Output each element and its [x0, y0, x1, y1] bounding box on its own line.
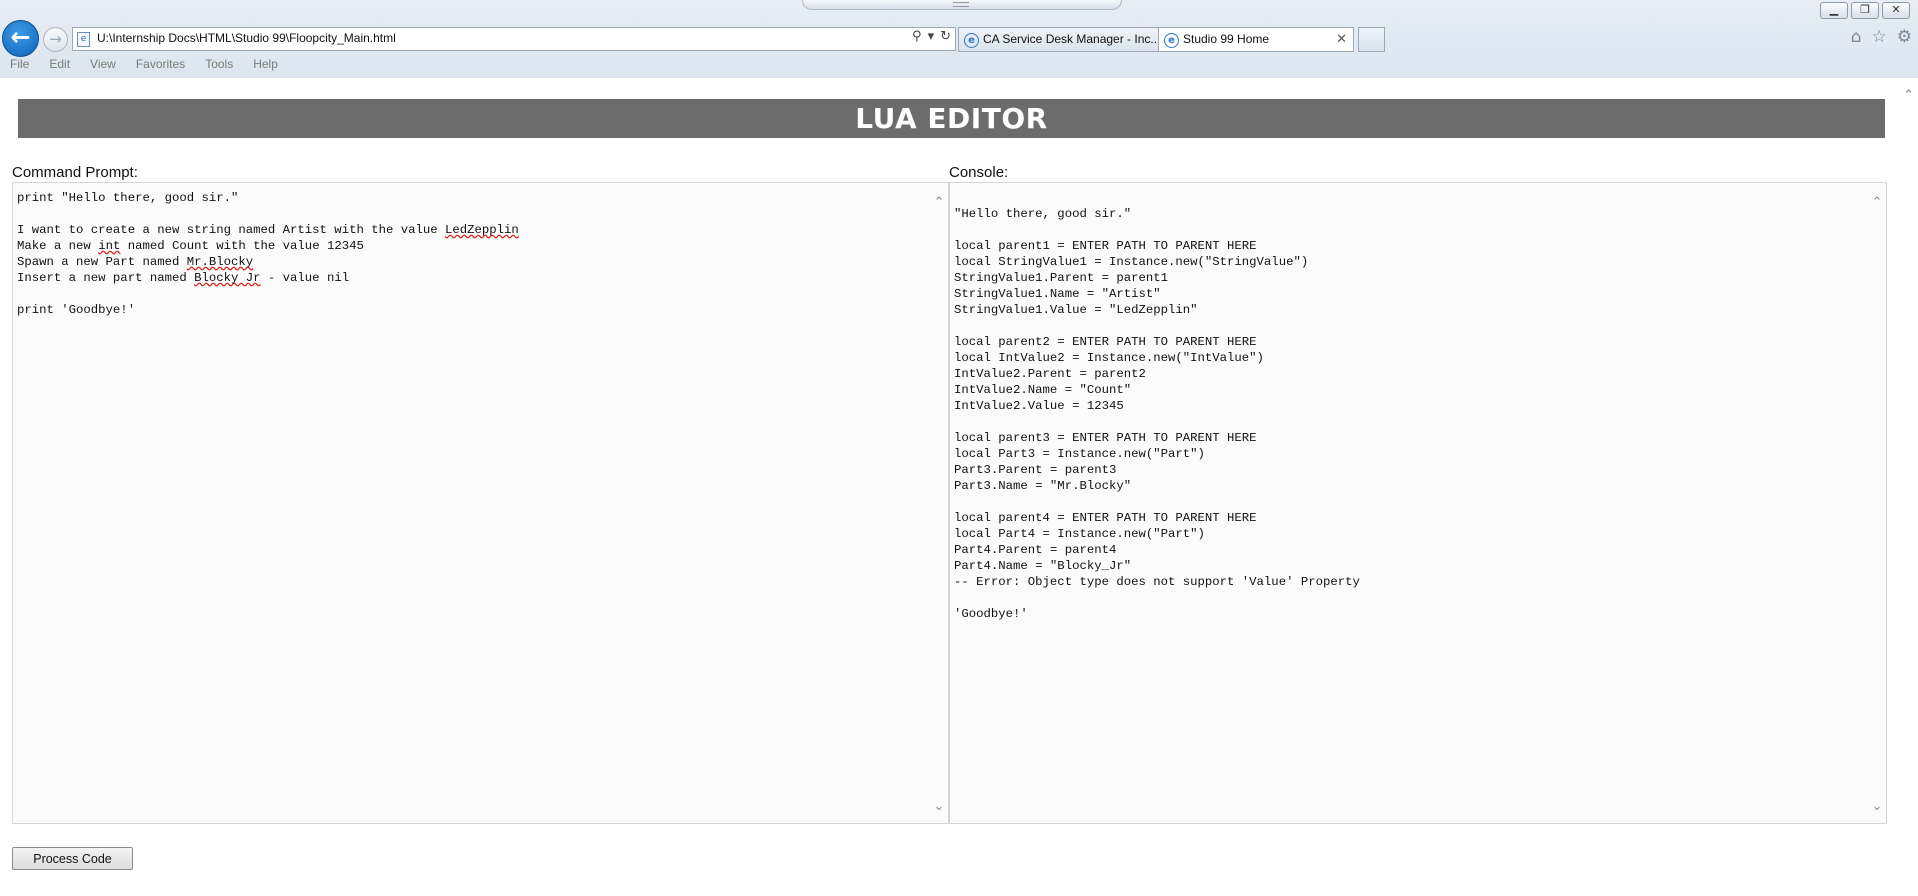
address-text[interactable]: U:\Internship Docs\HTML\Studio 99\Floopc… [97, 31, 396, 45]
address-bar[interactable]: e U:\Internship Docs\HTML\Studio 99\Floo… [72, 27, 956, 51]
console-line: 'Goodbye!' [954, 607, 1028, 621]
window-drag-handle[interactable] [802, 0, 1122, 10]
scroll-up-icon[interactable]: ⌃ [932, 195, 946, 211]
menu-favorites[interactable]: Favorites [126, 55, 195, 75]
console-content: "Hello there, good sir." local parent1 =… [950, 183, 1886, 622]
page-title: LUA EDITOR [18, 99, 1885, 138]
console-line: "Hello there, good sir." [954, 207, 1132, 221]
console-line: local parent3 = ENTER PATH TO PARENT HER… [954, 431, 1257, 445]
console-line: local parent1 = ENTER PATH TO PARENT HER… [954, 239, 1257, 253]
console-label: Console: [949, 164, 1009, 181]
console-line: local parent4 = ENTER PATH TO PARENT HER… [954, 511, 1257, 525]
console-line: StringValue1.Name = "Artist" [954, 287, 1161, 301]
page-scroll-up-icon[interactable]: ⌃ [1903, 88, 1914, 103]
console-line: Part4.Parent = parent4 [954, 543, 1117, 557]
console-line: -- Error: Object type does not support '… [954, 575, 1360, 589]
menu-edit[interactable]: Edit [39, 55, 80, 75]
console-line: local Part3 = Instance.new("Part") [954, 447, 1205, 461]
menu-help[interactable]: Help [243, 55, 288, 75]
favorites-star-icon[interactable]: ☆ [1872, 27, 1887, 47]
menu-file[interactable]: File [0, 55, 39, 75]
menu-view[interactable]: View [80, 55, 126, 75]
forward-button[interactable]: → [43, 27, 68, 52]
console-line: local IntValue2 = Instance.new("IntValue… [954, 351, 1264, 365]
window-controls: ▁ ❐ ✕ [1820, 2, 1910, 19]
tab-studio-99-home[interactable]: e Studio 99 Home ✕ [1158, 27, 1354, 52]
toolbar-icons: ⌂ ☆ ⚙ [1851, 27, 1912, 47]
restore-button[interactable]: ❐ [1851, 2, 1879, 19]
new-tab-button[interactable] [1358, 27, 1385, 52]
code-line: print 'Goodbye!' [17, 303, 136, 317]
search-icon[interactable]: ⚲ [912, 29, 922, 44]
grip-icon [953, 2, 969, 7]
browser-chrome: ▁ ❐ ✕ ← → e U:\Internship Docs\HTML\Stud… [0, 0, 1918, 79]
minimize-button[interactable]: ▁ [1820, 2, 1848, 19]
console-line: StringValue1.Parent = parent1 [954, 271, 1169, 285]
code-line: I want to create a new string named Arti… [17, 223, 519, 237]
tab-ca-service-desk[interactable]: e CA Service Desk Manager - Inc... [958, 27, 1181, 52]
close-window-button[interactable]: ✕ [1882, 2, 1910, 19]
scroll-up-icon[interactable]: ⌃ [1870, 195, 1884, 211]
console-line: StringValue1.Value = "LedZepplin" [954, 303, 1198, 317]
refresh-icon[interactable]: ↻ [940, 29, 951, 44]
console-line: Part4.Name = "Blocky_Jr" [954, 559, 1132, 573]
ie-favicon-icon: e [964, 33, 979, 48]
tab-label: Studio 99 Home [1183, 32, 1270, 46]
code-line: Make a new int named Count with the valu… [17, 239, 364, 253]
scroll-down-icon[interactable]: ⌄ [932, 799, 946, 815]
code-line: Spawn a new Part named Mr.Blocky [17, 255, 254, 269]
console-line: IntValue2.Value = 12345 [954, 399, 1124, 413]
code-line: Insert a new part named Blocky Jr - valu… [17, 271, 350, 285]
console-line: local StringValue1 = Instance.new("Strin… [954, 255, 1309, 269]
menu-tools[interactable]: Tools [195, 55, 243, 75]
console-line: IntValue2.Parent = parent2 [954, 367, 1146, 381]
home-icon[interactable]: ⌂ [1851, 27, 1862, 47]
command-prompt-label: Command Prompt: [12, 164, 138, 181]
close-tab-icon[interactable]: ✕ [1336, 28, 1347, 51]
command-prompt-content: print "Hello there, good sir." I want to… [13, 183, 948, 318]
process-code-button[interactable]: Process Code [12, 847, 133, 870]
console-output: "Hello there, good sir." local parent1 =… [949, 182, 1887, 824]
console-line: local Part4 = Instance.new("Part") [954, 527, 1205, 541]
command-prompt-textarea[interactable]: print "Hello there, good sir." I want to… [12, 182, 949, 824]
gear-icon[interactable]: ⚙ [1897, 27, 1912, 47]
console-line: IntValue2.Name = "Count" [954, 383, 1132, 397]
console-line: Part3.Name = "Mr.Blocky" [954, 479, 1132, 493]
console-line: Part3.Parent = parent3 [954, 463, 1117, 477]
console-line: local parent2 = ENTER PATH TO PARENT HER… [954, 335, 1257, 349]
page-content: ⌃ LUA EDITOR Command Prompt: print "Hell… [0, 78, 1918, 896]
back-button[interactable]: ← [2, 20, 39, 57]
tab-label: CA Service Desk Manager - Inc... [983, 32, 1161, 46]
scroll-down-icon[interactable]: ⌄ [1870, 799, 1884, 815]
ie-favicon-icon: e [1164, 33, 1179, 48]
menu-bar: File Edit View Favorites Tools Help [0, 55, 288, 75]
page-icon: e [77, 32, 90, 47]
dropdown-icon[interactable]: ▾ [928, 29, 935, 44]
code-line: print "Hello there, good sir." [17, 191, 239, 205]
address-bar-actions: ⚲ ▾ ↻ [912, 29, 951, 44]
